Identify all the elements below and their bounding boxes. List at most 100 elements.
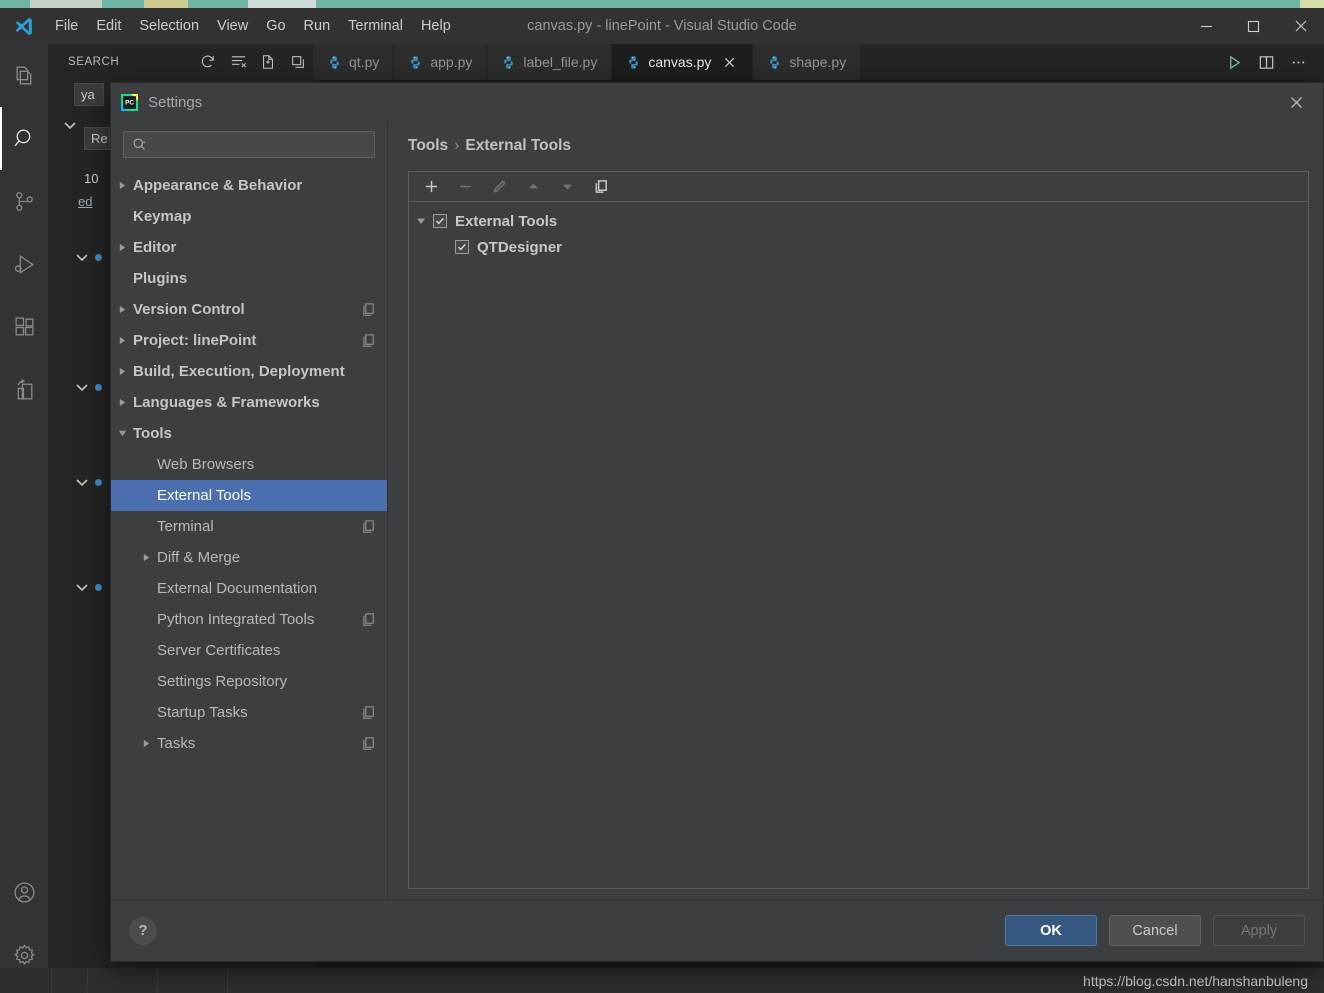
ellipsis-icon[interactable]: [1284, 48, 1312, 76]
menu-go[interactable]: Go: [257, 14, 294, 38]
editor-actions: [1220, 44, 1324, 80]
activitybar-item-run-debug[interactable]: [0, 233, 48, 296]
status-segment[interactable]: [52, 968, 88, 993]
chevron-right-icon[interactable]: [111, 367, 133, 376]
chevron-right-icon[interactable]: [111, 181, 133, 190]
split-editor-icon[interactable]: [1252, 48, 1280, 76]
list-item[interactable]: ya: [74, 83, 104, 106]
settings-item-terminal[interactable]: Terminal: [111, 511, 387, 542]
search-input[interactable]: [152, 137, 366, 152]
editor-tab-shape[interactable]: shape.py: [753, 44, 862, 80]
settings-item-languages-frameworks[interactable]: Languages & Frameworks: [111, 387, 387, 418]
copy-tool-button[interactable]: [589, 175, 613, 199]
add-tool-button[interactable]: [419, 175, 443, 199]
settings-item-project-linepoint[interactable]: Project: linePoint: [111, 325, 387, 356]
settings-item-label: Server Certificates: [157, 642, 281, 659]
chevron-right-icon[interactable]: [111, 243, 133, 252]
settings-item-label: Diff & Merge: [157, 549, 241, 566]
run-icon[interactable]: [1220, 48, 1248, 76]
chevron-right-icon[interactable]: [111, 398, 133, 407]
chevron-down-icon[interactable]: [111, 429, 133, 438]
project-scope-icon: [362, 302, 377, 317]
chevron-down-icon[interactable]: [62, 117, 78, 133]
editor-tab-label: qt.py: [349, 54, 380, 70]
settings-item-build-execution-deployment[interactable]: Build, Execution, Deployment: [111, 356, 387, 387]
settings-item-external-documentation[interactable]: External Documentation: [111, 573, 387, 604]
menu-run[interactable]: Run: [295, 14, 340, 38]
settings-item-editor[interactable]: Editor: [111, 232, 387, 263]
chevron-right-icon[interactable]: [135, 553, 157, 562]
editor-tab-label-file[interactable]: label_file.py: [487, 44, 613, 80]
settings-category-list: Appearance & Behavior Keymap Editor Plug…: [111, 166, 387, 899]
settings-item-version-control[interactable]: Version Control: [111, 294, 387, 325]
window-controls: [1183, 8, 1324, 44]
status-segment[interactable]: [88, 968, 158, 993]
menu-selection[interactable]: Selection: [130, 14, 208, 38]
ok-button[interactable]: OK: [1005, 915, 1097, 946]
status-segment[interactable]: [0, 968, 52, 993]
refresh-icon[interactable]: [193, 47, 223, 77]
help-button[interactable]: ?: [129, 916, 157, 945]
tab-close-icon[interactable]: [720, 53, 738, 71]
activitybar-item-remote-explorer[interactable]: [0, 359, 48, 422]
breadcrumb-parent[interactable]: Tools: [408, 137, 448, 154]
move-down-button[interactable]: [555, 175, 579, 199]
settings-item-tasks[interactable]: Tasks: [111, 728, 387, 759]
chevron-down-icon[interactable]: [409, 216, 433, 226]
chevron-down-icon[interactable]: [74, 379, 90, 395]
editor-tab-app[interactable]: app.py: [394, 44, 488, 80]
page-watermark: https://blog.csdn.net/hanshanbuleng: [1083, 972, 1308, 989]
tools-tree-row-qtdesigner[interactable]: QTDesigner: [409, 234, 1308, 260]
remove-tool-button[interactable]: [453, 175, 477, 199]
list-item[interactable]: ed: [78, 194, 92, 209]
external-tools-toolbar: [409, 172, 1308, 202]
collapse-all-icon[interactable]: [283, 47, 313, 77]
activity-bar: [0, 44, 48, 993]
checkbox-qtdesigner[interactable]: [455, 240, 469, 254]
close-icon[interactable]: [1277, 8, 1324, 44]
chevron-down-icon[interactable]: [74, 474, 90, 490]
close-icon[interactable]: [1279, 87, 1313, 117]
settings-item-startup-tasks[interactable]: Startup Tasks: [111, 697, 387, 728]
settings-item-tools[interactable]: Tools: [111, 418, 387, 449]
move-up-button[interactable]: [521, 175, 545, 199]
activitybar-item-extensions[interactable]: [0, 296, 48, 359]
settings-item-plugins[interactable]: Plugins: [111, 263, 387, 294]
activitybar-item-source-control[interactable]: [0, 170, 48, 233]
chevron-right-icon[interactable]: [111, 305, 133, 314]
cancel-button[interactable]: Cancel: [1109, 915, 1201, 946]
editor-tab-canvas[interactable]: canvas.py: [612, 44, 754, 80]
menu-help[interactable]: Help: [412, 14, 460, 38]
settings-item-external-tools[interactable]: External Tools: [111, 480, 387, 511]
chevron-right-icon[interactable]: [135, 739, 157, 748]
settings-search-field[interactable]: [123, 131, 375, 158]
editor-tab-qt[interactable]: qt.py: [313, 44, 395, 80]
checkbox-external-tools[interactable]: [433, 214, 447, 228]
new-editor-icon[interactable]: [253, 47, 283, 77]
settings-item-appearance-behavior[interactable]: Appearance & Behavior: [111, 170, 387, 201]
chevron-down-icon[interactable]: [74, 249, 90, 265]
settings-item-python-integrated-tools[interactable]: Python Integrated Tools: [111, 604, 387, 635]
menu-view[interactable]: View: [208, 14, 257, 38]
menu-terminal[interactable]: Terminal: [339, 14, 412, 38]
activitybar-item-search[interactable]: [0, 107, 48, 170]
clear-all-icon[interactable]: [223, 47, 253, 77]
activitybar-item-accounts[interactable]: [0, 861, 48, 924]
tools-tree-row-external-tools[interactable]: External Tools: [409, 208, 1308, 234]
settings-item-server-certificates[interactable]: Server Certificates: [111, 635, 387, 666]
list-item[interactable]: Re: [84, 127, 110, 150]
settings-item-settings-repository[interactable]: Settings Repository: [111, 666, 387, 697]
menu-file[interactable]: File: [46, 14, 87, 38]
chevron-right-icon[interactable]: [111, 336, 133, 345]
dialog-title: Settings: [148, 93, 203, 111]
edit-tool-button[interactable]: [487, 175, 511, 199]
maximize-icon[interactable]: [1230, 8, 1277, 44]
menu-edit[interactable]: Edit: [87, 14, 130, 38]
status-segment[interactable]: [158, 968, 228, 993]
settings-item-keymap[interactable]: Keymap: [111, 201, 387, 232]
minimize-icon[interactable]: [1183, 8, 1230, 44]
activitybar-item-explorer[interactable]: [0, 44, 48, 107]
settings-item-web-browsers[interactable]: Web Browsers: [111, 449, 387, 480]
chevron-down-icon[interactable]: [74, 579, 90, 595]
settings-item-diff-merge[interactable]: Diff & Merge: [111, 542, 387, 573]
